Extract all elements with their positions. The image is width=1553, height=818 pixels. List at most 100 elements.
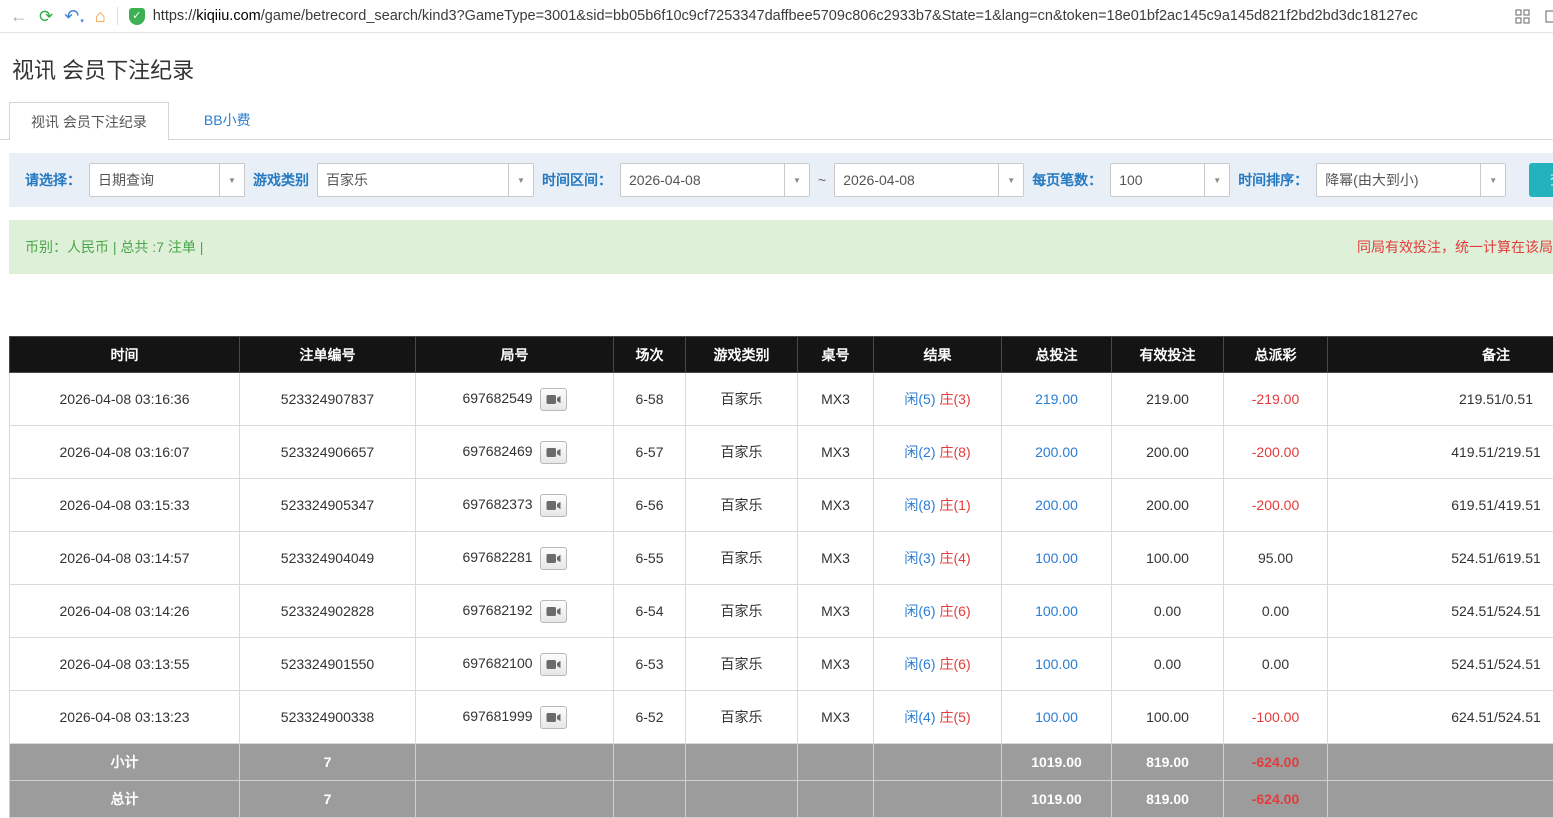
payout-value: -219.00 bbox=[1252, 391, 1299, 407]
cell-note: 524.51/619.51 bbox=[1328, 532, 1553, 585]
result-player: 闲(5) bbox=[904, 391, 935, 407]
column-header: 桌号 bbox=[798, 337, 874, 373]
total-bet-link[interactable]: 100.00 bbox=[1035, 550, 1078, 566]
total-bet-link[interactable]: 219.00 bbox=[1035, 391, 1078, 407]
cell-game-type: 百家乐 bbox=[686, 479, 798, 532]
subtotal-label: 小计 bbox=[10, 744, 240, 781]
column-header: 总派彩 bbox=[1224, 337, 1328, 373]
round-id-text: 697682549 bbox=[462, 390, 532, 406]
toolbar-divider bbox=[117, 7, 118, 25]
total-bet-link[interactable]: 200.00 bbox=[1035, 444, 1078, 460]
sort-order-input[interactable] bbox=[1317, 164, 1480, 196]
video-replay-button[interactable] bbox=[540, 653, 567, 676]
table-row: 2026-04-08 03:13:23 523324900338 6976819… bbox=[10, 691, 1553, 744]
result-player: 闲(6) bbox=[904, 603, 935, 619]
cell-total-bet: 100.00 bbox=[1002, 585, 1112, 638]
video-replay-button[interactable] bbox=[540, 388, 567, 411]
summary-bar: 币别：人民币 | 总共 :7 注单 | 同局有效投注，统一计算在该局 bbox=[9, 220, 1553, 274]
total-bet-link[interactable]: 100.00 bbox=[1035, 709, 1078, 725]
cell-round-id: 697682192 bbox=[416, 585, 614, 638]
column-header: 时间 bbox=[10, 337, 240, 373]
cell-result: 闲(5)庄(3) bbox=[874, 373, 1002, 426]
video-replay-button[interactable] bbox=[540, 494, 567, 517]
total-bet-link[interactable]: 200.00 bbox=[1035, 497, 1078, 513]
payout-value: -200.00 bbox=[1252, 444, 1299, 460]
round-id-text: 697682373 bbox=[462, 496, 532, 512]
date-to-caret-icon[interactable]: ▼ bbox=[998, 164, 1023, 196]
cell-payout: -200.00 bbox=[1224, 479, 1328, 532]
page-size-caret-icon[interactable]: ▼ bbox=[1204, 164, 1229, 196]
address-bar[interactable]: ✓ https://kiqiiu.com/game/betrecord_sear… bbox=[129, 3, 1504, 29]
result-player: 闲(8) bbox=[904, 497, 935, 513]
home-icon[interactable]: ⌂ bbox=[95, 7, 106, 25]
page-size-label: 每页笔数： bbox=[1032, 170, 1102, 190]
tab-bar: 视讯 会员下注纪录 BB小费 bbox=[0, 101, 1553, 140]
query-type-input[interactable] bbox=[90, 164, 219, 196]
cell-payout: 0.00 bbox=[1224, 638, 1328, 691]
date-from-picker: ▼ bbox=[620, 163, 810, 197]
video-replay-button[interactable] bbox=[540, 547, 567, 570]
payout-value: -200.00 bbox=[1252, 497, 1299, 513]
sort-order-label: 时间排序： bbox=[1238, 170, 1308, 190]
cell-bet-id: 523324902828 bbox=[240, 585, 416, 638]
sort-order-select: ▼ bbox=[1316, 163, 1506, 197]
game-type-caret-icon[interactable]: ▼ bbox=[508, 164, 533, 196]
column-header: 结果 bbox=[874, 337, 1002, 373]
query-type-caret-icon[interactable]: ▼ bbox=[219, 164, 244, 196]
total-bet-link[interactable]: 100.00 bbox=[1035, 603, 1078, 619]
table-row: 2026-04-08 03:13:55 523324901550 6976821… bbox=[10, 638, 1553, 691]
result-player: 闲(4) bbox=[904, 709, 935, 725]
undo-icon[interactable]: ↶ ▾ bbox=[64, 7, 84, 25]
cell-time: 2026-04-08 03:13:23 bbox=[10, 691, 240, 744]
tab-bb-tip[interactable]: BB小费 bbox=[183, 101, 272, 139]
back-icon[interactable]: ← bbox=[10, 7, 28, 25]
column-header: 场次 bbox=[614, 337, 686, 373]
cell-round-id: 697682100 bbox=[416, 638, 614, 691]
cell-valid-bet: 100.00 bbox=[1112, 532, 1224, 585]
cell-time: 2026-04-08 03:16:07 bbox=[10, 426, 240, 479]
apps-grid-icon[interactable] bbox=[1515, 9, 1530, 24]
sidebar-toggle-icon[interactable] bbox=[1545, 9, 1553, 24]
cell-valid-bet: 219.00 bbox=[1112, 373, 1224, 426]
cell-table-no: MX3 bbox=[798, 638, 874, 691]
date-from-input[interactable] bbox=[621, 164, 784, 196]
cell-payout: 95.00 bbox=[1224, 532, 1328, 585]
column-header: 局号 bbox=[416, 337, 614, 373]
round-id-text: 697682100 bbox=[462, 655, 532, 671]
page-size-input[interactable] bbox=[1111, 164, 1204, 196]
video-replay-button[interactable] bbox=[540, 706, 567, 729]
refresh-icon[interactable]: ⟳ bbox=[39, 8, 53, 25]
result-banker: 庄(1) bbox=[940, 497, 971, 513]
game-type-input[interactable] bbox=[318, 164, 508, 196]
result-banker: 庄(4) bbox=[940, 550, 971, 566]
column-header: 注单编号 bbox=[240, 337, 416, 373]
bet-notice-text: 同局有效投注，统一计算在该局 bbox=[1357, 237, 1553, 257]
video-replay-button[interactable] bbox=[540, 600, 567, 623]
column-header: 有效投注 bbox=[1112, 337, 1224, 373]
total-bet-link[interactable]: 100.00 bbox=[1035, 656, 1078, 672]
sort-order-caret-icon[interactable]: ▼ bbox=[1480, 164, 1505, 196]
url-path: /game/betrecord_search/kind3?GameType=30… bbox=[261, 8, 1418, 24]
url-text[interactable]: https://kiqiiu.com/game/betrecord_search… bbox=[153, 8, 1418, 24]
cell-round-id: 697682549 bbox=[416, 373, 614, 426]
subtotal-total-bet: 1019.00 bbox=[1002, 744, 1112, 781]
search-button[interactable]: 查询 bbox=[1529, 163, 1553, 197]
date-to-input[interactable] bbox=[835, 164, 998, 196]
cell-round-id: 697682281 bbox=[416, 532, 614, 585]
cell-session: 6-56 bbox=[614, 479, 686, 532]
tab-bet-record[interactable]: 视讯 会员下注纪录 bbox=[9, 102, 169, 140]
cell-round-id: 697681999 bbox=[416, 691, 614, 744]
cell-bet-id: 523324907837 bbox=[240, 373, 416, 426]
video-replay-button[interactable] bbox=[540, 441, 567, 464]
total-total-bet: 1019.00 bbox=[1002, 781, 1112, 818]
result-player: 闲(6) bbox=[904, 656, 935, 672]
cell-bet-id: 523324906657 bbox=[240, 426, 416, 479]
cell-result: 闲(6) 庄(6) bbox=[874, 638, 1002, 691]
result-banker: 庄(8) bbox=[940, 444, 971, 460]
undo-dropdown-caret-icon[interactable]: ▾ bbox=[80, 18, 84, 25]
cell-payout: -200.00 bbox=[1224, 426, 1328, 479]
date-from-caret-icon[interactable]: ▼ bbox=[784, 164, 809, 196]
result-banker: 庄(6) bbox=[940, 656, 971, 672]
table-body: 2026-04-08 03:16:36 523324907837 6976825… bbox=[10, 373, 1553, 744]
cell-total-bet: 219.00 bbox=[1002, 373, 1112, 426]
